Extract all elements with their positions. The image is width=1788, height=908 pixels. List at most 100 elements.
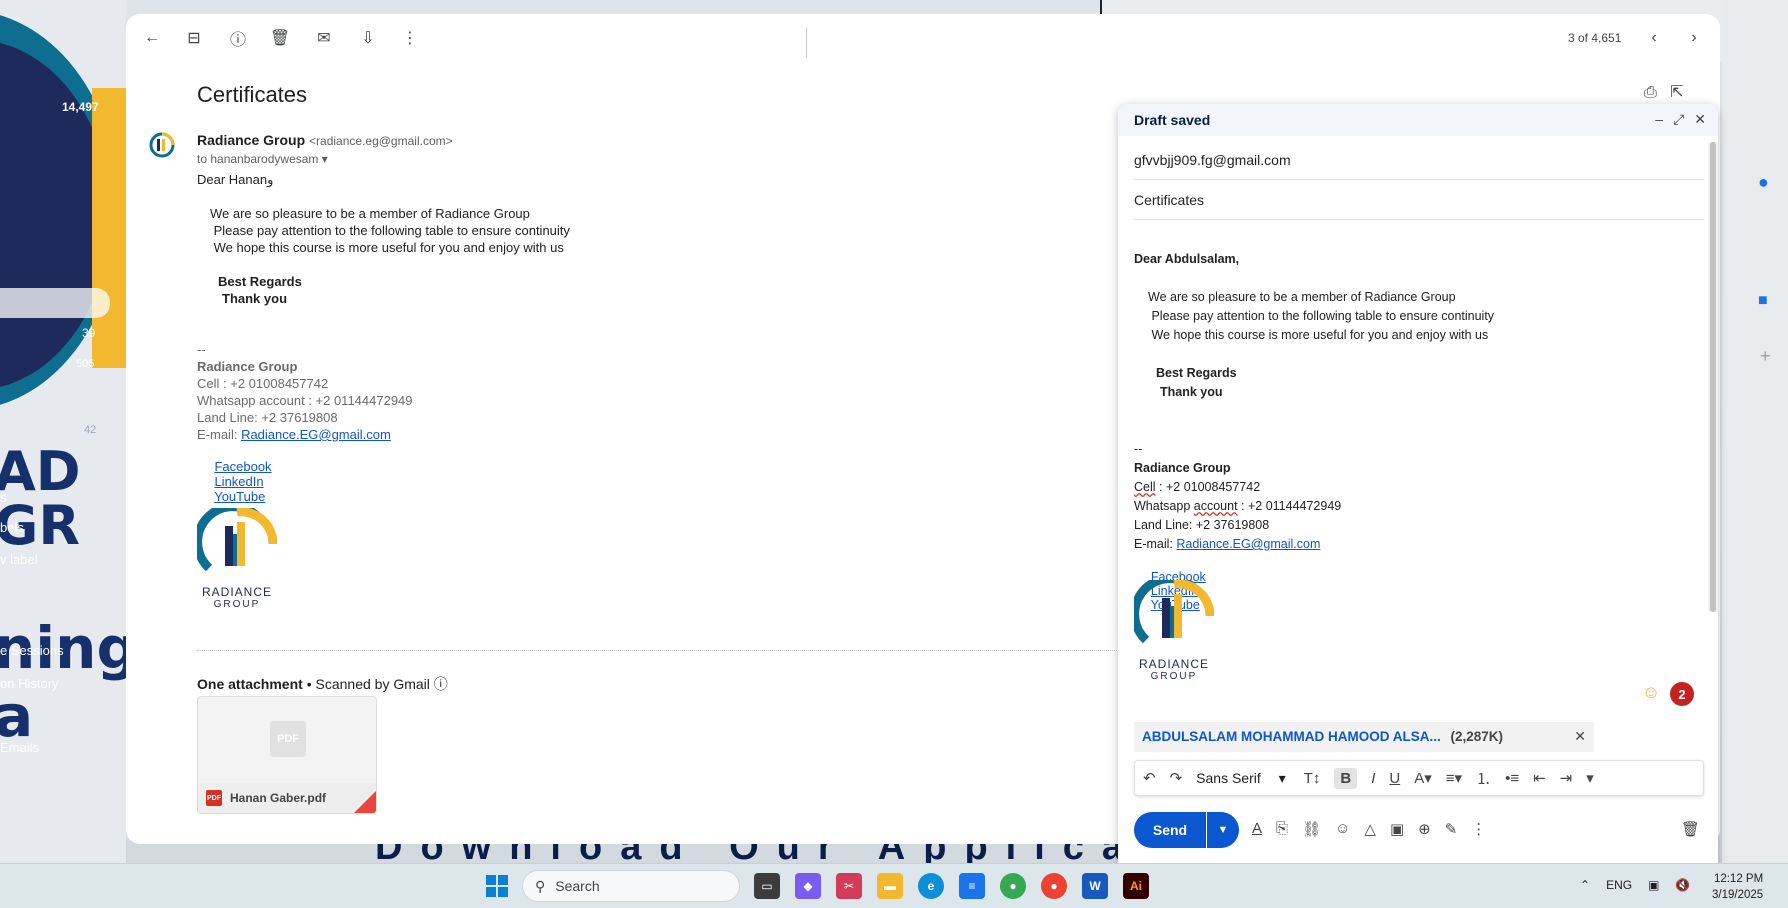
background-label: v label — [0, 552, 38, 567]
windows-start-icon[interactable] — [486, 875, 508, 897]
compose-thanks[interactable]: Thank you — [1160, 385, 1223, 399]
background-right-panel: ● ■ + — [1722, 0, 1788, 863]
sender-email: <radiance.eg@gmail.com> — [309, 134, 453, 148]
italic-icon[interactable]: I — [1371, 770, 1375, 787]
sender-avatar[interactable] — [145, 130, 179, 164]
scrollbar-thumb[interactable] — [1710, 142, 1716, 612]
signature-icon[interactable]: ✎ — [1445, 820, 1458, 838]
meet-icon[interactable]: ■ — [1758, 292, 1768, 310]
send-button[interactable]: Send — [1134, 812, 1206, 848]
spellcheck-word[interactable]: Cell — [1134, 480, 1156, 494]
numbered-list-icon[interactable]: ⒈ — [1476, 768, 1491, 789]
font-select[interactable]: Sans Serif ▾ — [1196, 770, 1286, 787]
sender-line: Radiance Group <radiance.eg@gmail.com> — [197, 132, 453, 148]
insert-emoji-icon[interactable]: ☺ — [1335, 820, 1350, 838]
notepad-icon[interactable]: ≡ — [959, 873, 985, 899]
text-size-icon[interactable]: T↕ — [1304, 770, 1321, 787]
taskbar-search[interactable]: ⚲ Search — [522, 870, 740, 902]
bulleted-list-icon[interactable]: •≡ — [1505, 770, 1519, 787]
indent-less-icon[interactable]: ⇤ — [1533, 769, 1546, 787]
emoji-icon[interactable]: ☺ — [1642, 682, 1660, 703]
move-to-icon[interactable]: ⇩ — [356, 26, 380, 50]
more-vert-icon[interactable]: ⋮ — [398, 26, 422, 50]
show-hidden-icons-icon[interactable]: ⌃ — [1580, 878, 1590, 892]
underline-icon[interactable]: U — [1389, 770, 1400, 787]
send-options-icon[interactable]: ▼ — [1207, 812, 1239, 848]
task-view-icon[interactable]: ▭ — [754, 873, 780, 899]
expand-icon[interactable]: ⤢ — [1673, 111, 1684, 128]
chrome-profile-icon[interactable]: ● — [1041, 873, 1067, 899]
compose-email-link[interactable]: Radiance.EG@gmail.com — [1176, 537, 1320, 551]
minimize-icon[interactable]: – — [1655, 111, 1663, 128]
chrome-icon[interactable]: ● — [1000, 873, 1026, 899]
language-indicator[interactable]: ENG — [1606, 878, 1632, 892]
file-explorer-icon[interactable]: ▬ — [877, 873, 903, 899]
text-color-icon[interactable]: A▾ — [1414, 769, 1432, 787]
attach-file-icon[interactable]: ⎘ — [1276, 820, 1288, 838]
signature-email-label: E-mail: — [197, 427, 242, 442]
bold-icon[interactable]: B — [1334, 767, 1358, 789]
indent-more-icon[interactable]: ⇥ — [1560, 769, 1573, 787]
discard-draft-icon[interactable]: 🗑 — [1681, 820, 1700, 838]
print-icon[interactable]: ⎙ ⇱ — [1644, 82, 1684, 102]
add-addon-icon[interactable]: + — [1760, 346, 1771, 367]
volume-muted-icon[interactable]: 🔇 — [1675, 878, 1690, 892]
subject-field[interactable]: Certificates — [1134, 182, 1704, 220]
taskbar-clock[interactable]: 12:12 PM 3/19/2025 — [1712, 871, 1763, 903]
illustrator-icon[interactable]: Ai — [1123, 873, 1149, 899]
report-spam-icon[interactable]: ⓘ — [226, 26, 250, 50]
compose-body-line[interactable]: We hope this course is more useful for y… — [1148, 328, 1488, 342]
recipient-line[interactable]: to hananbarodywesam ▾ — [197, 152, 328, 166]
compose-body-line[interactable]: We are so pleasure to be a member of Rad… — [1148, 290, 1456, 304]
more-options-icon[interactable]: ⋮ — [1471, 820, 1486, 838]
formatting-options-icon[interactable]: A — [1252, 820, 1262, 838]
compose-body-line[interactable]: Please pay attention to the following ta… — [1148, 309, 1494, 323]
facebook-link[interactable]: Facebook — [214, 459, 271, 474]
more-formatting-icon[interactable]: ▾ — [1586, 769, 1594, 787]
archive-icon[interactable]: ⊟ — [182, 26, 206, 50]
mark-unread-icon[interactable]: ✉ — [312, 26, 336, 50]
youtube-link[interactable]: YouTube — [214, 489, 265, 504]
attachment-card[interactable]: PDF PDF Hanan Gaber.pdf — [197, 696, 377, 814]
back-icon[interactable]: ← — [140, 26, 164, 50]
contacts-icon[interactable]: ● — [1758, 172, 1769, 193]
signature-email-link[interactable]: Radiance.EG@gmail.com — [241, 427, 391, 442]
older-chevron-icon[interactable]: › — [1682, 26, 1706, 50]
linkedin-link[interactable]: LinkedIn — [214, 474, 263, 489]
drive-icon[interactable]: △ — [1364, 820, 1376, 838]
compose-header[interactable]: Draft saved – ⤢ ✕ — [1118, 104, 1718, 136]
sender-name[interactable]: Radiance Group — [197, 132, 305, 148]
email-body-line: We are so pleasure to be a member of Rad… — [210, 206, 530, 221]
redo-icon[interactable]: ↷ — [1170, 769, 1183, 787]
delete-icon[interactable]: 🗑 — [268, 26, 292, 50]
search-icon: ⚲ — [535, 877, 546, 894]
copilot-icon[interactable]: ◆ — [795, 873, 821, 899]
signature-whatsapp: Whatsapp account : +2 01144472949 — [197, 393, 413, 408]
show-details-icon[interactable]: ▾ — [322, 152, 328, 166]
spellcheck-word[interactable]: account — [1194, 499, 1238, 513]
confidential-mode-icon[interactable]: ⊕ — [1418, 820, 1431, 838]
background-number: 42 — [84, 424, 97, 436]
attachment-filename: Hanan Gaber.pdf — [230, 791, 327, 805]
newer-chevron-icon[interactable]: ‹ — [1642, 26, 1666, 50]
compose-whatsapp-label: Whatsapp — [1134, 499, 1194, 513]
edge-icon[interactable]: e — [918, 873, 944, 899]
insert-photo-icon[interactable]: ▣ — [1390, 820, 1404, 838]
info-icon[interactable]: ⓘ — [434, 676, 448, 692]
compose-attachment-chip[interactable]: ABDULSALAM MOHAMMAD HAMOOD ALSA... (2,28… — [1134, 722, 1594, 752]
undo-icon[interactable]: ↶ — [1143, 769, 1156, 787]
compose-regards[interactable]: Best Regards — [1156, 366, 1237, 380]
compose-scrollbar[interactable] — [1708, 142, 1718, 612]
close-icon[interactable]: ✕ — [1694, 111, 1706, 128]
word-icon[interactable]: W — [1082, 873, 1108, 899]
pager-count: 3 of 4,651 — [1568, 31, 1622, 45]
insert-link-icon[interactable]: ⛓ — [1302, 820, 1321, 838]
remove-attachment-icon[interactable]: ✕ — [1574, 728, 1586, 745]
email-body-line: Please pay attention to the following ta… — [210, 223, 570, 238]
compose-greeting[interactable]: Dear Abdulsalam, — [1134, 252, 1239, 266]
snipping-tool-icon[interactable]: ✂ — [836, 873, 862, 899]
network-icon[interactable]: ▣ — [1648, 878, 1659, 892]
grammar-count-badge[interactable]: 2 — [1670, 682, 1694, 706]
align-icon[interactable]: ≡▾ — [1446, 769, 1462, 787]
to-field[interactable]: gfvvbjj909.fg@gmail.com — [1134, 142, 1704, 180]
